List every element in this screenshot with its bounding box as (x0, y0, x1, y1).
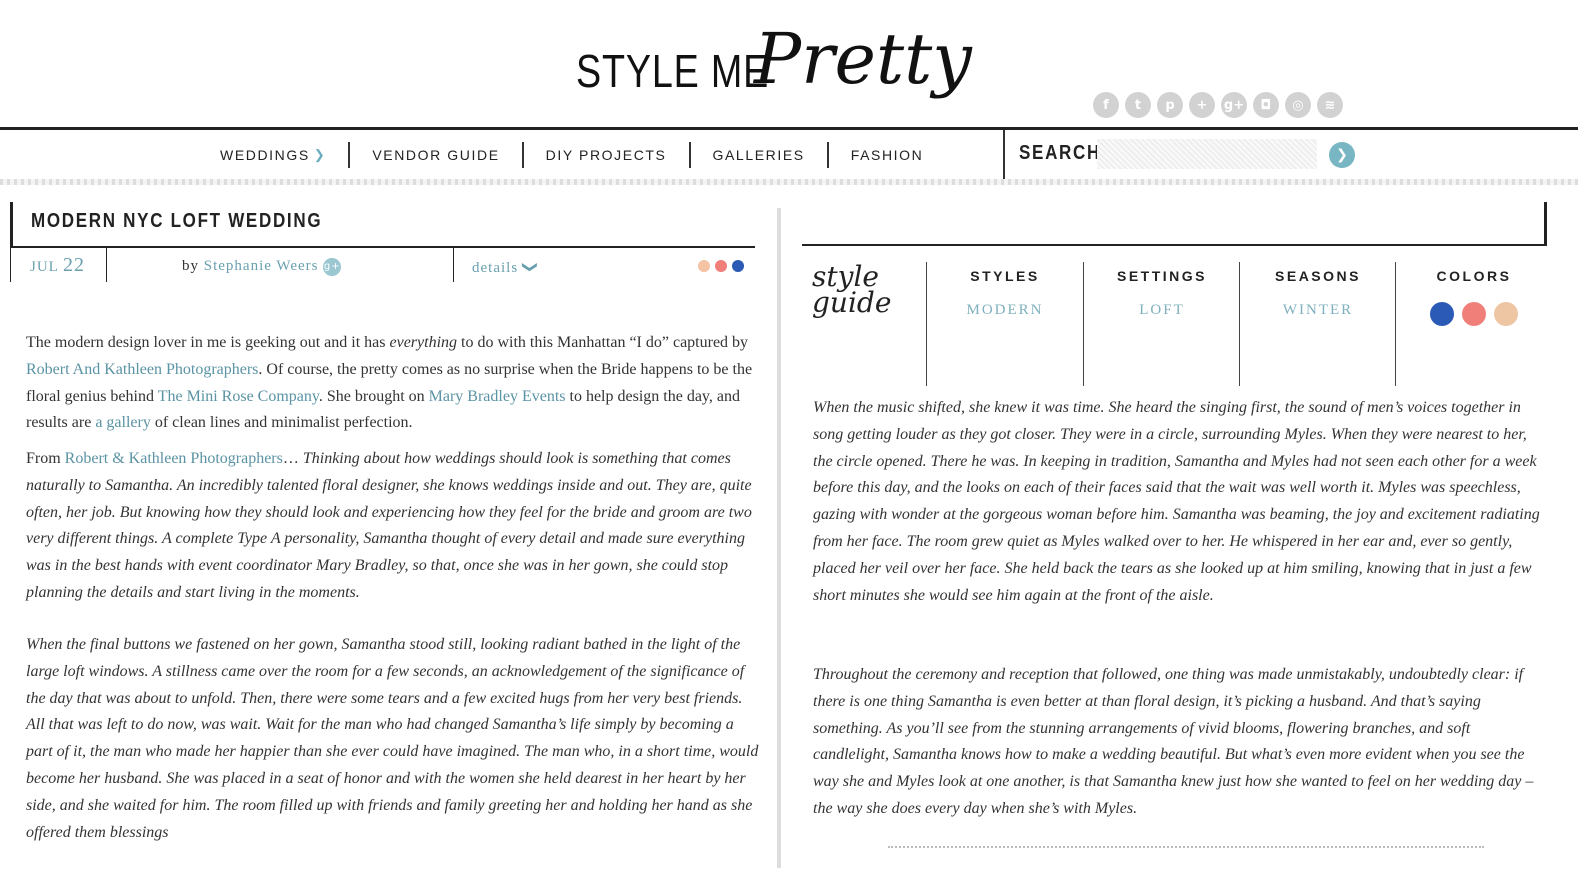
story-paragraph: Throughout the ceremony and reception th… (813, 666, 1534, 817)
author-link[interactable]: Stephanie Weers (204, 258, 319, 274)
story-paragraph: When the music shifted, she knew it was … (813, 399, 1540, 604)
color-swatch[interactable] (1494, 302, 1518, 326)
post-title-box: MODERN NYC LOFT WEDDING (10, 202, 755, 248)
chevron-down-icon: ❯ (313, 147, 327, 162)
post-meta: JUL 22 by Stephanie Weers g+ details ❯ (10, 248, 752, 282)
meta-divider (106, 248, 107, 282)
google-plus-icon[interactable]: g+ (323, 258, 342, 276)
nav-item-label: VENDOR GUIDE (372, 147, 500, 163)
facebook-icon[interactable]: f (1093, 92, 1119, 118)
nav-menu: WEDDINGS ❯ VENDOR GUIDE DIY PROJECTS GALL… (198, 130, 945, 180)
nav-item-vendor-guide[interactable]: VENDOR GUIDE (350, 142, 524, 168)
link-photographers[interactable]: Robert And Kathleen Photographers (26, 361, 258, 378)
nav-item-label: WEDDINGS (220, 147, 310, 163)
from-paragraph: From Robert & Kathleen Photographers… Th… (26, 446, 760, 607)
pinterest-icon[interactable]: p (1157, 92, 1183, 118)
link-gallery[interactable]: a gallery (95, 414, 151, 431)
site-logo[interactable]: STYLE ME Pretty (576, 12, 976, 130)
details-label: details (472, 260, 519, 276)
style-guide-column: style guide STYLES MODERN SETTINGS LOFT S… (802, 190, 1578, 892)
meta-divider (453, 248, 454, 282)
story-paragraph: When the final buttons we fastened on he… (26, 636, 759, 841)
style-guide-styles: STYLES MODERN (926, 262, 1083, 386)
dotted-divider (888, 846, 1484, 848)
link-photographers-from[interactable]: Robert & Kathleen Photographers (65, 450, 283, 467)
from-quote: Thinking about how weddings should look … (26, 450, 752, 601)
style-guide-settings: SETTINGS LOFT (1083, 262, 1240, 386)
color-swatch[interactable] (1430, 302, 1454, 326)
color-dot (732, 260, 744, 272)
link-mary-bradley-events[interactable]: Mary Bradley Events (429, 388, 566, 405)
plus-icon[interactable]: + (1189, 92, 1215, 118)
nav-item-galleries[interactable]: GALLERIES (691, 142, 829, 168)
post-title[interactable]: MODERN NYC LOFT WEDDING (31, 210, 322, 233)
instagram-icon[interactable]: ◘ (1253, 92, 1279, 118)
style-guide-colors: COLORS (1395, 262, 1552, 386)
chevron-down-icon: ❯ (521, 260, 538, 275)
intro-text: of clean lines and minimalist perfection… (150, 414, 413, 432)
style-guide-heading: SEASONS (1275, 268, 1361, 284)
column-divider (777, 208, 781, 868)
style-guide-heading: STYLES (970, 268, 1040, 284)
style-guide-value-link[interactable]: WINTER (1240, 302, 1396, 319)
link-mini-rose-company[interactable]: The Mini Rose Company (158, 388, 319, 405)
color-swatches (1396, 302, 1552, 326)
from-ellipsis: … (282, 450, 303, 467)
logo-text-pretty: Pretty (754, 18, 972, 100)
intro-text: to do with this Manhattan “I do” capture… (457, 334, 749, 351)
post-column: MODERN NYC LOFT WEDDING JUL 22 by Stepha… (0, 190, 770, 892)
style-guide-title: style guide (812, 262, 891, 318)
decorative-divider (0, 179, 1578, 185)
camera-icon[interactable]: ◎ (1285, 92, 1311, 118)
intro-paragraph: The modern design lover in me is geeking… (26, 330, 760, 437)
nav-item-label: GALLERIES (712, 147, 805, 163)
search-area: SEARCH ❯ (1003, 130, 1365, 180)
logo-text-style-me: STYLE ME (576, 45, 770, 97)
main-navigation: WEDDINGS ❯ VENDOR GUIDE DIY PROJECTS GALL… (0, 127, 1578, 182)
post-date: JUL 22 (30, 254, 85, 277)
post-color-dots (698, 260, 744, 272)
search-submit-icon[interactable]: ❯ (1329, 142, 1355, 168)
style-guide-heading: SETTINGS (1116, 268, 1207, 284)
nav-item-diy-projects[interactable]: DIY PROJECTS (524, 142, 691, 168)
search-input[interactable] (1097, 139, 1317, 169)
style-guide-frame (802, 202, 1547, 246)
details-toggle[interactable]: details ❯ (472, 258, 538, 277)
byline-label: by (182, 258, 199, 274)
nav-item-weddings[interactable]: WEDDINGS ❯ (198, 142, 351, 168)
intro-text: . She brought on (318, 387, 429, 405)
intro-text: The modern design lover in me is geeking… (26, 334, 390, 351)
nav-item-label: DIY PROJECTS (545, 147, 667, 163)
color-dot (715, 260, 727, 272)
post-byline: by Stephanie Weers g+ (182, 258, 342, 276)
color-dot (698, 260, 710, 272)
search-label: SEARCH (1019, 142, 1101, 164)
twitter-icon[interactable]: t (1125, 92, 1151, 118)
post-date-day: 22 (63, 254, 86, 276)
intro-emphasis: everything (389, 334, 458, 351)
style-guide-heading: COLORS (1436, 268, 1512, 284)
post-date-month: JUL (30, 259, 59, 275)
style-guide-value-link[interactable]: LOFT (1084, 302, 1240, 319)
nav-item-label: FASHION (850, 147, 924, 163)
social-icons: f t p + g+ ◘ ◎ ≋ (1093, 92, 1343, 118)
style-guide-seasons: SEASONS WINTER (1239, 262, 1396, 386)
from-label: From (26, 450, 65, 467)
nav-item-fashion[interactable]: FASHION (829, 142, 946, 168)
color-swatch[interactable] (1462, 302, 1486, 326)
rss-icon[interactable]: ≋ (1317, 92, 1343, 118)
google-plus-icon[interactable]: g+ (1221, 92, 1247, 118)
style-guide-title-line: guide (812, 286, 892, 319)
meta-divider (10, 248, 11, 282)
style-guide-value-link[interactable]: MODERN (927, 302, 1083, 319)
